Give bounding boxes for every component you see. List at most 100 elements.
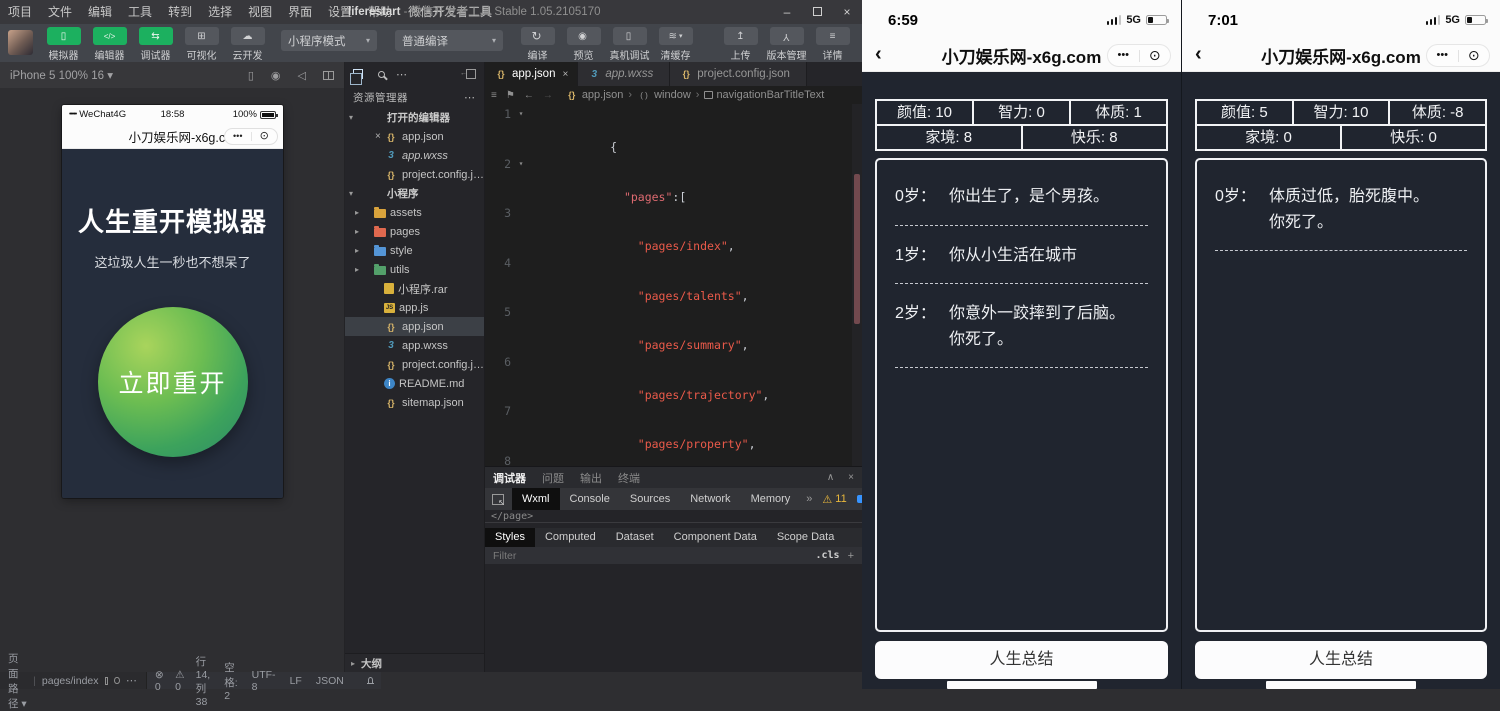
bookmark-icon[interactable]: ⚑ (506, 90, 515, 101)
device-selector[interactable]: iPhone 5 100% 16 ▾ (10, 68, 113, 82)
toolbar-button[interactable]: 可视化 (179, 26, 224, 62)
devtools-tab[interactable]: Memory (741, 488, 801, 510)
toolbar-action-button[interactable]: ▾ 清缓存 (653, 26, 698, 62)
warnings-badge[interactable]: ⚠ 11 (822, 493, 846, 506)
list-icon[interactable]: ≡ (491, 90, 497, 101)
bell-icon[interactable] (368, 677, 373, 684)
files-icon[interactable] (353, 69, 363, 79)
menu-item[interactable]: 视图 (240, 0, 280, 24)
menu-item[interactable]: 选择 (200, 0, 240, 24)
menu-item[interactable]: 工具 (120, 0, 160, 24)
more-menu-icon[interactable]: ••• (1108, 45, 1139, 66)
search-icon[interactable] (378, 71, 385, 78)
debugger-tab[interactable]: 输出 (580, 470, 602, 486)
tree-row[interactable]: ▾ 打开的编辑器 (345, 108, 484, 127)
collapse-panel-icon[interactable] (466, 69, 476, 79)
toolbar-button[interactable]: 编辑器 (87, 26, 132, 62)
inspect-element-icon[interactable] (492, 494, 504, 505)
cls-toggle[interactable]: .cls (815, 550, 839, 561)
eye-icon[interactable] (114, 677, 119, 684)
life-events-box[interactable]: 0岁： 体质过低，胎死腹中。你死了。 (1195, 158, 1487, 632)
exit-icon[interactable]: ⊙ (1140, 45, 1171, 66)
tree-row[interactable]: project.config.json (345, 355, 484, 374)
filter-input[interactable] (493, 550, 693, 562)
fold-icon[interactable] (515, 354, 527, 404)
toolbar-right-button[interactable]: 详情 (810, 26, 855, 62)
debugger-tab[interactable]: 调试器 (493, 470, 526, 486)
tree-row[interactable]: app.json (345, 317, 484, 336)
breadcrumb-item[interactable]: navigationBarTitleText (691, 89, 825, 101)
toolbar-button[interactable]: 模拟器 (41, 26, 86, 62)
tree-row[interactable]: ▸ style (345, 241, 484, 260)
status-item[interactable]: JSON (316, 675, 344, 687)
fold-icon[interactable] (515, 205, 527, 255)
rotate-device-icon[interactable]: ▯ (248, 69, 254, 82)
close-button[interactable]: × (832, 0, 862, 24)
more-tabs-icon[interactable]: » (806, 493, 812, 505)
toolbar-button[interactable]: 调试器 (133, 26, 178, 62)
close-tab-icon[interactable]: × (562, 69, 568, 80)
debugger-tab[interactable]: 终端 (618, 470, 640, 486)
mode-dropdown[interactable]: 小程序模式 ▾ (281, 30, 377, 51)
status-item[interactable]: LF (290, 675, 302, 687)
detach-window-icon[interactable] (323, 71, 334, 80)
record-icon[interactable]: ◉ (271, 69, 281, 82)
tree-row[interactable]: app.js (345, 298, 484, 317)
styles-tab[interactable]: Styles (485, 528, 535, 547)
toolbar-action-button[interactable]: 真机调试 (607, 26, 652, 62)
toolbar-button[interactable]: 云开发 (225, 26, 270, 62)
fold-icon[interactable]: ▾ (515, 156, 527, 206)
toolbar-action-button[interactable]: 预览 (561, 26, 606, 62)
copy-icon[interactable] (105, 677, 109, 685)
toolbar-action-button[interactable]: 编译 (515, 26, 560, 62)
menu-item[interactable]: 文件 (40, 0, 80, 24)
menu-item[interactable]: 界面 (280, 0, 320, 24)
fold-icon[interactable] (515, 304, 527, 354)
styles-tab[interactable]: Computed (535, 528, 606, 547)
tree-row[interactable]: × app.json (345, 127, 484, 146)
collapse-icon[interactable]: ∧ (827, 472, 834, 483)
close-file-icon[interactable]: × (375, 131, 384, 142)
explorer-more-icon[interactable]: ⋯ (464, 91, 476, 104)
forward-arrow-icon[interactable]: → (543, 90, 553, 101)
tree-row[interactable]: ▸ assets (345, 203, 484, 222)
breadcrumb-item[interactable]: app.json (565, 89, 624, 101)
editor-tab[interactable]: app.json × (485, 62, 578, 86)
fold-icon[interactable]: ▾ (515, 106, 527, 156)
back-chevron-icon[interactable]: ‹ (1195, 43, 1202, 66)
fold-icon[interactable] (515, 255, 527, 305)
tree-row[interactable]: README.md (345, 374, 484, 393)
devtools-tab[interactable]: Wxml (512, 488, 560, 510)
devtools-tab[interactable]: Sources (620, 488, 680, 510)
styles-tab[interactable]: Component Data (664, 528, 767, 547)
menu-item[interactable]: 转到 (160, 0, 200, 24)
styles-tab[interactable]: Scope Data (767, 528, 844, 547)
maximize-button[interactable] (802, 0, 832, 24)
tree-row[interactable]: sitemap.json (345, 393, 484, 412)
editor-scrollbar[interactable] (852, 104, 862, 466)
page-path-selector[interactable]: 页面路径 ▾ (8, 651, 27, 711)
debugger-tab[interactable]: 问题 (542, 470, 564, 486)
tree-row[interactable]: app.wxss (345, 336, 484, 355)
menu-item[interactable]: 项目 (0, 0, 40, 24)
add-rule-icon[interactable]: + (848, 550, 854, 562)
tree-row[interactable]: ▾ 小程序 (345, 184, 484, 203)
exit-icon[interactable]: ⊙ (252, 129, 278, 144)
close-panel-icon[interactable]: × (848, 472, 854, 483)
more-icon[interactable]: ⋯ (126, 674, 138, 687)
outline-section[interactable]: ▸ 大纲 (345, 653, 484, 672)
restart-button[interactable]: 立即重开 (98, 307, 248, 457)
tree-row[interactable]: ▸ pages (345, 222, 484, 241)
more-menu-icon[interactable]: ••• (225, 129, 251, 144)
editor-tab[interactable]: project.config.json (670, 62, 807, 86)
status-item[interactable]: 空格: 2 (224, 660, 237, 702)
tree-row[interactable]: app.wxss (345, 146, 484, 165)
back-chevron-icon[interactable]: ‹ (875, 43, 882, 66)
editor-tab[interactable]: app.wxss (578, 62, 670, 86)
fold-icon[interactable] (515, 453, 527, 467)
toolbar-right-button[interactable]: 上传 (718, 26, 763, 62)
wxml-element-snippet[interactable]: </page> (485, 510, 862, 523)
menu-item[interactable]: 编辑 (80, 0, 120, 24)
devtools-tab[interactable]: Console (560, 488, 620, 510)
tree-row[interactable]: ▸ utils (345, 260, 484, 279)
